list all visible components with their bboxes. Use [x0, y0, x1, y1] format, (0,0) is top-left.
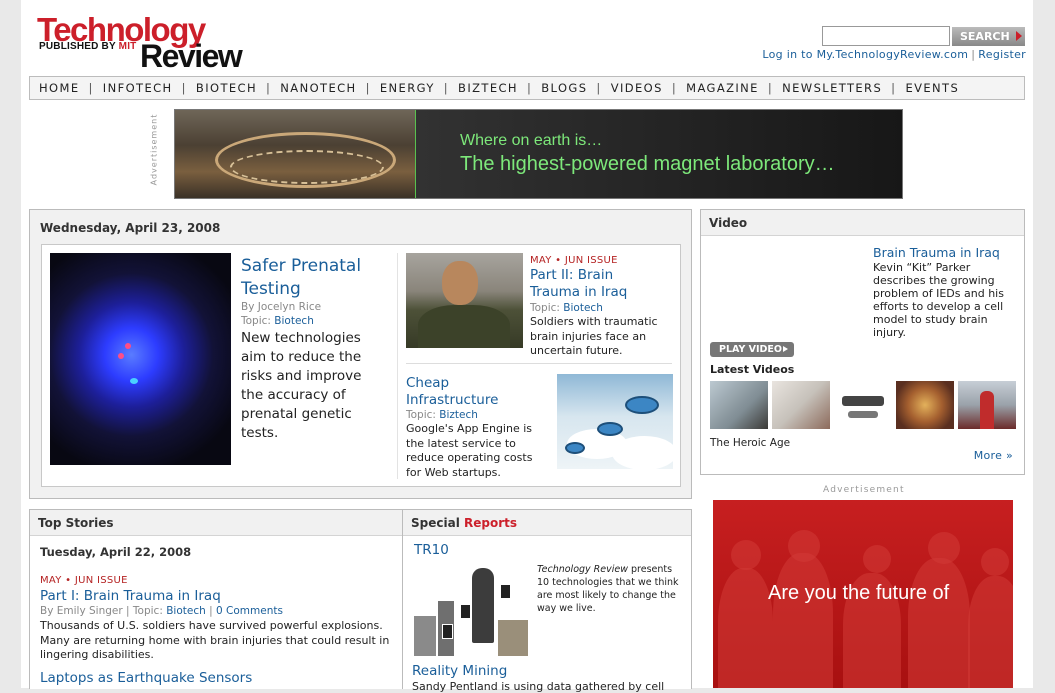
page: Technology PUBLISHED BY MIT Review SEARC… [21, 0, 1033, 693]
story3-image[interactable] [557, 374, 673, 469]
ad-banner[interactable]: Where on earth is… The highest-powered m… [174, 109, 903, 199]
main-nav: HOME | INFOTECH | BIOTECH | NANOTECH | ENERGY | BI… [29, 76, 1025, 100]
nav-events[interactable]: EVENTS [896, 77, 968, 99]
lead-story-topic: Topic: Biotech [241, 315, 314, 327]
featured-inner: Safer Prenatal Testing By Jocelyn Rice T… [41, 244, 681, 487]
ad-right-text: Are you the future of [768, 582, 950, 604]
top-story-comments-link[interactable]: 0 Comments [216, 605, 283, 617]
advertisement-label: Advertisement [823, 485, 905, 495]
video-panel-header: Video [701, 210, 1024, 236]
story2-summary: Soldiers with traumatic brain injuries f… [530, 315, 658, 357]
nav-blogs[interactable]: BLOGS [532, 77, 596, 99]
story2-topic: Topic: Biotech [530, 302, 603, 314]
story2-issue-badge: MAY • JUN ISSUE [530, 255, 618, 266]
nav-nanotech[interactable]: NANOTECH [271, 77, 365, 99]
tr10-description: Technology Review presents 10 technologi… [537, 564, 679, 614]
story3-topic-link[interactable]: Biztech [439, 409, 478, 421]
advertisement-label: Advertisement [149, 113, 159, 186]
story2-image[interactable] [406, 253, 523, 348]
top-story-issue-badge: MAY • JUN ISSUE [40, 575, 128, 586]
top-story-topic-link[interactable]: Biotech [166, 605, 206, 617]
special-reports-header: Special Reports [403, 510, 691, 536]
register-link[interactable]: Register [978, 48, 1026, 61]
ad-banner-line1: Where on earth is… [460, 132, 603, 149]
arrow-right-icon [1016, 31, 1022, 41]
latest-videos-label: Latest Videos [710, 363, 795, 376]
play-video-button[interactable]: PLAY VIDEO [710, 342, 794, 357]
top-stories-date: Tuesday, April 22, 2008 [40, 545, 192, 559]
ad-right[interactable]: Are you the future of [713, 500, 1013, 688]
nav-biztech[interactable]: BIZTECH [449, 77, 527, 99]
search-button[interactable]: SEARCH [952, 27, 1025, 46]
video-title[interactable]: Brain Trauma in Iraq [873, 245, 1000, 260]
story2-title[interactable]: Part II: Brain Trauma in Iraq [530, 267, 650, 301]
play-icon [783, 346, 788, 352]
story2-topic-link[interactable]: Biotech [563, 302, 603, 314]
top-story-summary: Thousands of U.S. soldiers have survived… [40, 619, 390, 661]
top-story-title[interactable]: Part I: Brain Trauma in Iraq [40, 588, 221, 604]
lead-story-title[interactable]: Safer Prenatal Testing [241, 255, 391, 301]
story3-summary: Google's App Engine is the latest servic… [406, 422, 533, 479]
tr10-link[interactable]: TR10 [414, 542, 449, 558]
login-link[interactable]: Log in to My.TechnologyReview.com [762, 48, 968, 61]
logo-published-by: PUBLISHED BY MIT [39, 41, 137, 52]
top-story-meta: By Emily Singer | Topic: Biotech | 0 Com… [40, 605, 283, 617]
more-videos-link[interactable]: More » [974, 449, 1013, 462]
video-thumbnail[interactable] [834, 381, 892, 429]
video-thumbnail[interactable] [710, 381, 768, 429]
video-thumbnail[interactable] [772, 381, 830, 429]
lead-story-image[interactable] [50, 253, 231, 465]
logo-review: Review [140, 38, 243, 74]
story3-topic: Topic: Biztech [406, 409, 478, 421]
search-input[interactable] [822, 26, 950, 46]
nav-videos[interactable]: VIDEOS [602, 77, 672, 99]
nav-home[interactable]: HOME [30, 77, 89, 99]
top-stories-header: Top Stories [30, 510, 402, 536]
nav-newsletters[interactable]: NEWSLETTERS [773, 77, 891, 99]
reality-mining-description: Sandy Pentland is using data gathered by… [412, 680, 665, 693]
video-panel: Video Brain Trauma in Iraq Kevin “Kit” P… [700, 209, 1025, 475]
reality-mining-link[interactable]: Reality Mining [412, 663, 507, 679]
ad-banner-line2: The highest-powered magnet laboratory… [460, 153, 835, 175]
ad-banner-photo [175, 110, 415, 198]
top-stories: Top Stories Tuesday, April 22, 2008 MAY … [29, 509, 403, 689]
search-button-label: SEARCH [960, 30, 1010, 43]
site-logo[interactable]: Technology PUBLISHED BY MIT Review [37, 12, 247, 75]
lead-story-summary: New technologies aim to reduce the risks… [241, 330, 362, 441]
featured-date: Wednesday, April 23, 2008 [40, 221, 221, 235]
nav-infotech[interactable]: INFOTECH [94, 77, 182, 99]
featured-stories: Wednesday, April 23, 2008 Safer Prenatal… [29, 209, 692, 499]
nav-magazine[interactable]: MAGAZINE [677, 77, 768, 99]
link-separator: | [971, 48, 976, 61]
tr10-image[interactable] [414, 564, 530, 656]
lead-story-byline: By Jocelyn Rice [241, 301, 322, 313]
thumbnail-caption: The Heroic Age [710, 437, 791, 449]
logo-mit: MIT [118, 41, 137, 52]
story3-title[interactable]: Cheap Infrastructure [406, 375, 526, 409]
video-thumbnail[interactable] [896, 381, 954, 429]
nav-biotech[interactable]: BIOTECH [187, 77, 266, 99]
top-story-title[interactable]: Laptops as Earthquake Sensors [40, 670, 252, 686]
video-description: Kevin “Kit” Parker describes the growing… [873, 261, 1004, 339]
account-links: Log in to My.TechnologyReview.com | Regist… [762, 48, 1026, 61]
special-reports: Special Reports TR10 Technology Review p… [402, 509, 692, 693]
nav-energy[interactable]: ENERGY [371, 77, 444, 99]
lead-topic-link[interactable]: Biotech [274, 315, 314, 327]
video-thumbnail[interactable] [958, 381, 1016, 429]
